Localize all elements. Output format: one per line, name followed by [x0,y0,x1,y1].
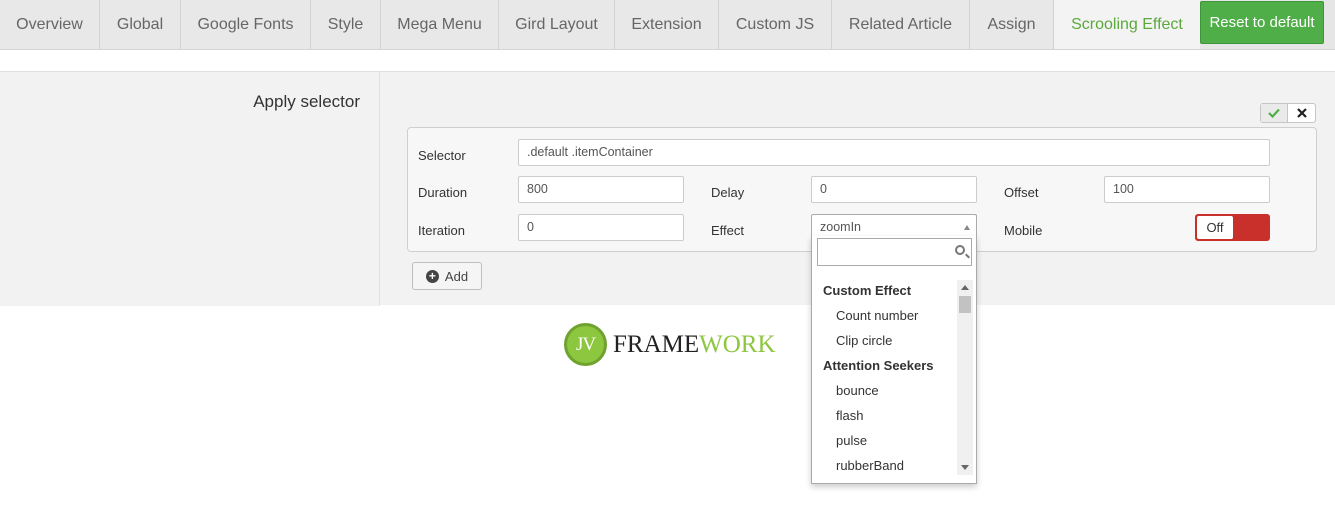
plus-circle-icon: + [425,269,439,283]
option-clip-circle[interactable]: Clip circle [812,328,962,353]
logo-prefix: JV [575,333,596,355]
tab-bar: Overview Global Google Fonts Style Mega … [0,0,1335,50]
section-title: Apply selector [253,92,360,111]
option-count-number[interactable]: Count number [812,303,962,328]
scroll-down-arrow-icon[interactable] [961,465,969,470]
caret-up-icon [964,225,970,230]
tab-google-fonts[interactable]: Google Fonts [181,0,311,49]
selector-input[interactable]: .default .itemContainer [518,139,1270,166]
confirm-button[interactable] [1261,104,1289,122]
tab-scrooling-effect[interactable]: Scrooling Effect [1054,0,1200,49]
mobile-toggle[interactable]: Off [1195,214,1270,241]
effect-label: Effect [711,223,745,238]
remove-button[interactable] [1288,104,1315,122]
iteration-input[interactable]: 0 [518,214,684,241]
add-button[interactable]: + Add [412,262,482,290]
tab-gird-layout[interactable]: Gird Layout [499,0,615,49]
mobile-label: Mobile [1004,223,1043,238]
group-attention-seekers: Attention Seekers [823,358,934,373]
effect-option-list: Custom Effect Count number Clip circle A… [812,278,962,478]
delay-label: Delay [711,185,745,200]
add-label: Add [444,268,469,284]
panel-sidebar: Apply selector [0,72,380,306]
selector-form: Selector .default .itemContainer Duratio… [407,127,1317,252]
effect-selected-value: zoomIn [820,220,861,234]
tab-mega-menu[interactable]: Mega Menu [381,0,499,49]
tab-assign[interactable]: Assign [970,0,1054,49]
option-flash[interactable]: flash [812,403,962,428]
iteration-label: Iteration [418,223,465,238]
offset-input[interactable]: 100 [1104,176,1270,203]
search-icon [955,245,965,255]
selector-label: Selector [418,148,466,163]
logo-text: FRAMEWORK [613,331,776,359]
tab-related-article[interactable]: Related Article [832,0,970,49]
duration-label: Duration [418,185,468,200]
option-bounce[interactable]: bounce [812,378,962,403]
effect-search-input[interactable] [817,238,972,266]
tab-overview[interactable]: Overview [0,0,100,49]
tab-style[interactable]: Style [311,0,381,49]
effect-dropdown: Custom Effect Count number Clip circle A… [811,236,977,484]
scroll-thumb[interactable] [959,296,971,313]
logo-badge: JV [564,323,607,366]
reset-to-default-button[interactable]: Reset to default [1200,1,1324,44]
option-rubberband[interactable]: rubberBand [812,453,962,478]
tab-global[interactable]: Global [100,0,181,49]
duration-input[interactable]: 800 [518,176,684,203]
logo-text-highlight: WORK [699,330,776,358]
dropdown-scrollbar[interactable] [957,280,973,475]
toggle-state: Off [1197,216,1233,239]
scroll-up-arrow-icon[interactable] [961,285,969,290]
option-pulse[interactable]: pulse [812,428,962,453]
tab-extension[interactable]: Extension [615,0,719,49]
row-actions [1260,103,1316,123]
close-icon [1296,108,1307,118]
group-custom-effect: Custom Effect [823,283,912,298]
logo-text-main: FRAME [613,330,700,358]
delay-input[interactable]: 0 [811,176,977,203]
check-icon [1268,108,1280,118]
jv-framework-logo: JV FRAMEWORK [564,322,776,367]
offset-label: Offset [1004,185,1039,200]
tab-custom-js[interactable]: Custom JS [719,0,832,49]
settings-panel: Apply selector Selector .default .itemCo… [0,71,1335,306]
